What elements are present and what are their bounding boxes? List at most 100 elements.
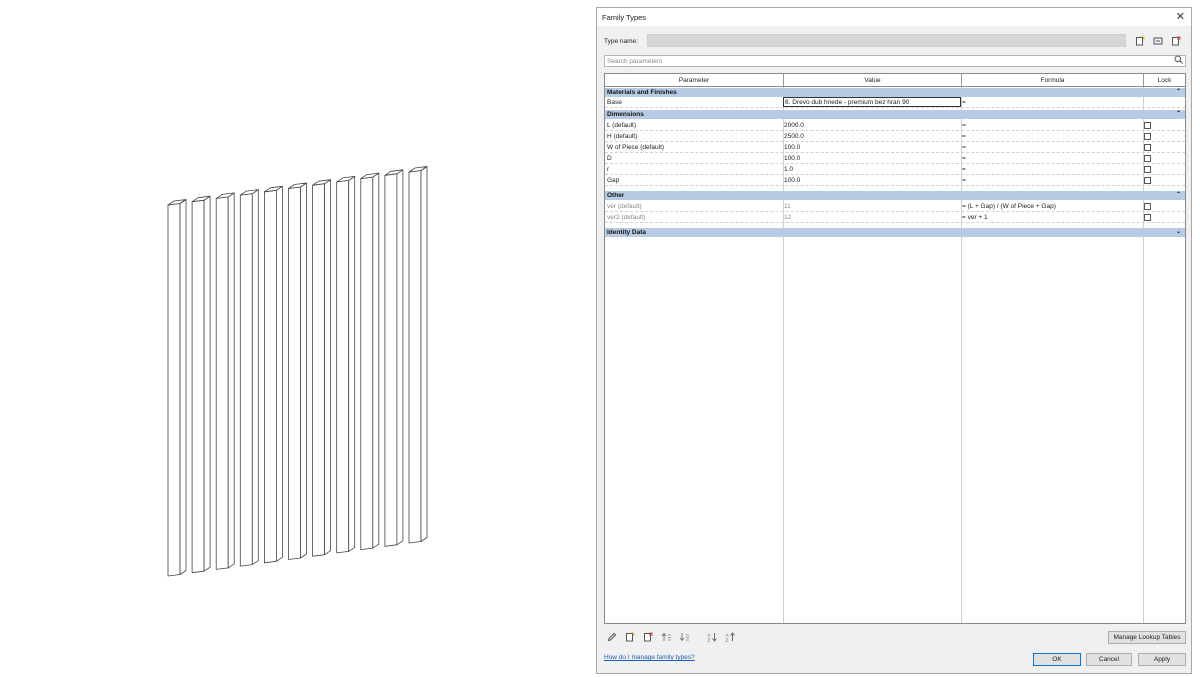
slat (336, 175, 356, 554)
manage-lookup-tables-button[interactable]: Manage Lookup Tables (1108, 631, 1186, 644)
param-name: L (default) (607, 122, 637, 129)
slat (167, 199, 187, 577)
value-field: 11 (784, 203, 791, 210)
delete-type-icon[interactable] (1170, 36, 1181, 47)
group-label: Materials and Finishes (607, 89, 677, 96)
param-row-h[interactable]: H (default) 2500.0 = (605, 131, 1185, 142)
formula-field[interactable]: = (962, 131, 1142, 142)
slat (191, 195, 211, 574)
new-parameter-icon[interactable] (625, 632, 635, 645)
collapse-icon[interactable]: ⌃ (1176, 88, 1181, 97)
formula-field[interactable]: = (962, 142, 1142, 153)
slats-3d-view (167, 166, 428, 577)
svg-text:Z: Z (708, 638, 711, 643)
help-link[interactable]: How do I manage family types? (604, 654, 695, 661)
type-name-label: Type name: (604, 38, 638, 45)
formula-field[interactable]: = (962, 97, 1142, 108)
param-row-l[interactable]: L (default) 2000.0 = (605, 120, 1185, 131)
type-name-dropdown[interactable] (647, 34, 1126, 47)
param-name: Gap (607, 177, 620, 184)
model-viewport[interactable] (0, 0, 596, 675)
lock-checkbox[interactable] (1144, 177, 1151, 184)
formula-field[interactable]: = (962, 175, 1142, 186)
new-type-icon[interactable] (1134, 36, 1145, 47)
delete-parameter-icon[interactable] (643, 632, 653, 645)
param-name: Base (607, 99, 622, 106)
param-name: ver (default) (607, 203, 642, 210)
rename-type-icon[interactable] (1152, 36, 1163, 47)
param-name: W of Piece (default) (607, 144, 665, 151)
formula-field[interactable]: = (962, 164, 1142, 175)
column-header-formula[interactable]: Formula (962, 74, 1144, 87)
parameters-grid: Parameter Value Formula Lock Materials a… (604, 73, 1186, 624)
param-name: H (default) (607, 133, 638, 140)
group-label: Other (607, 192, 625, 199)
move-down-icon[interactable] (679, 632, 690, 645)
group-label: Dimensions (607, 111, 644, 118)
lock-checkbox[interactable] (1144, 133, 1151, 140)
column-header-value[interactable]: Value (784, 74, 962, 87)
param-row-ver[interactable]: ver (default) 11 = (L + Gap) / (W of Pie… (605, 201, 1185, 212)
slat (215, 192, 235, 570)
slat (239, 189, 259, 567)
formula-field[interactable]: = (L + Gap) / (W of Piece + Gap) (962, 201, 1142, 212)
family-types-dialog: Family Types ✕ Type name: Parameter Valu… (596, 7, 1192, 674)
param-name: r (607, 166, 610, 173)
sort-descending-icon[interactable]: AZ (725, 632, 736, 645)
lock-checkbox[interactable] (1144, 122, 1151, 129)
dialog-titlebar: Family Types ✕ (597, 8, 1191, 26)
column-header-lock[interactable]: Lock (1144, 74, 1185, 87)
value-field-active[interactable]: 6. Drevo dub hnede - premium bez hran 90 (783, 97, 961, 107)
group-identity-data[interactable]: Identity Data ⌄ (605, 228, 1185, 237)
ok-button[interactable]: OK (1033, 653, 1081, 666)
collapse-icon[interactable]: ⌃ (1176, 191, 1181, 200)
lock-checkbox[interactable] (1144, 144, 1151, 151)
value-field[interactable]: 100.0 (784, 153, 959, 164)
search-icon[interactable] (1174, 55, 1183, 66)
collapse-icon[interactable]: ⌃ (1176, 110, 1181, 119)
value-field: 12 (784, 214, 792, 221)
group-other[interactable]: Other ⌃ (605, 191, 1185, 200)
close-icon[interactable]: ✕ (1176, 10, 1185, 23)
param-row-base[interactable]: Base 6. Drevo dub hnede - premium bez hr… (605, 97, 1185, 108)
slat (360, 172, 380, 550)
param-row-gap[interactable]: Gap 100.0 = (605, 175, 1185, 186)
formula-field[interactable]: = (962, 120, 1142, 131)
slat (408, 166, 428, 544)
lock-checkbox[interactable] (1144, 155, 1151, 162)
search-input[interactable] (605, 56, 1167, 66)
param-row-r[interactable]: r 1.0 = (605, 164, 1185, 175)
value-field[interactable]: 2000.0 (784, 120, 959, 131)
param-name: D (607, 155, 612, 162)
lock-checkbox[interactable] (1144, 203, 1151, 210)
slat (263, 185, 283, 564)
param-row-ver2[interactable]: ver2 (default) 12 = ver + 1 (605, 212, 1185, 223)
param-row-d[interactable]: D 100.0 = (605, 153, 1185, 164)
svg-text:Z: Z (726, 638, 729, 643)
slat (312, 179, 332, 557)
pencil-icon[interactable] (607, 632, 617, 645)
group-dimensions[interactable]: Dimensions ⌃ (605, 110, 1185, 119)
lock-checkbox[interactable] (1144, 166, 1151, 173)
value-field[interactable]: 100.0 (784, 142, 959, 153)
move-up-icon[interactable] (661, 632, 672, 645)
value-field[interactable]: 1.0 (784, 164, 959, 175)
dialog-title: Family Types (602, 13, 647, 22)
param-row-w-of-piece[interactable]: W of Piece (default) 100.0 = (605, 142, 1185, 153)
search-parameters-box (604, 55, 1186, 67)
cancel-button[interactable]: Cancel (1086, 653, 1132, 666)
group-materials-and-finishes[interactable]: Materials and Finishes ⌃ (605, 88, 1185, 97)
formula-field[interactable]: = (962, 153, 1142, 164)
slat (288, 182, 307, 560)
lock-checkbox[interactable] (1144, 214, 1151, 221)
column-header-parameter[interactable]: Parameter (605, 74, 784, 87)
value-field[interactable]: 2500.0 (784, 131, 959, 142)
apply-button[interactable]: Apply (1138, 653, 1186, 666)
formula-field[interactable]: = ver + 1 (962, 212, 1142, 223)
expand-icon[interactable]: ⌄ (1176, 228, 1181, 237)
sort-ascending-icon[interactable]: AZ (707, 632, 718, 645)
value-field[interactable]: 100.0 (784, 175, 959, 186)
param-name: ver2 (default) (607, 214, 646, 221)
slat (384, 169, 404, 547)
group-label: Identity Data (607, 229, 647, 236)
